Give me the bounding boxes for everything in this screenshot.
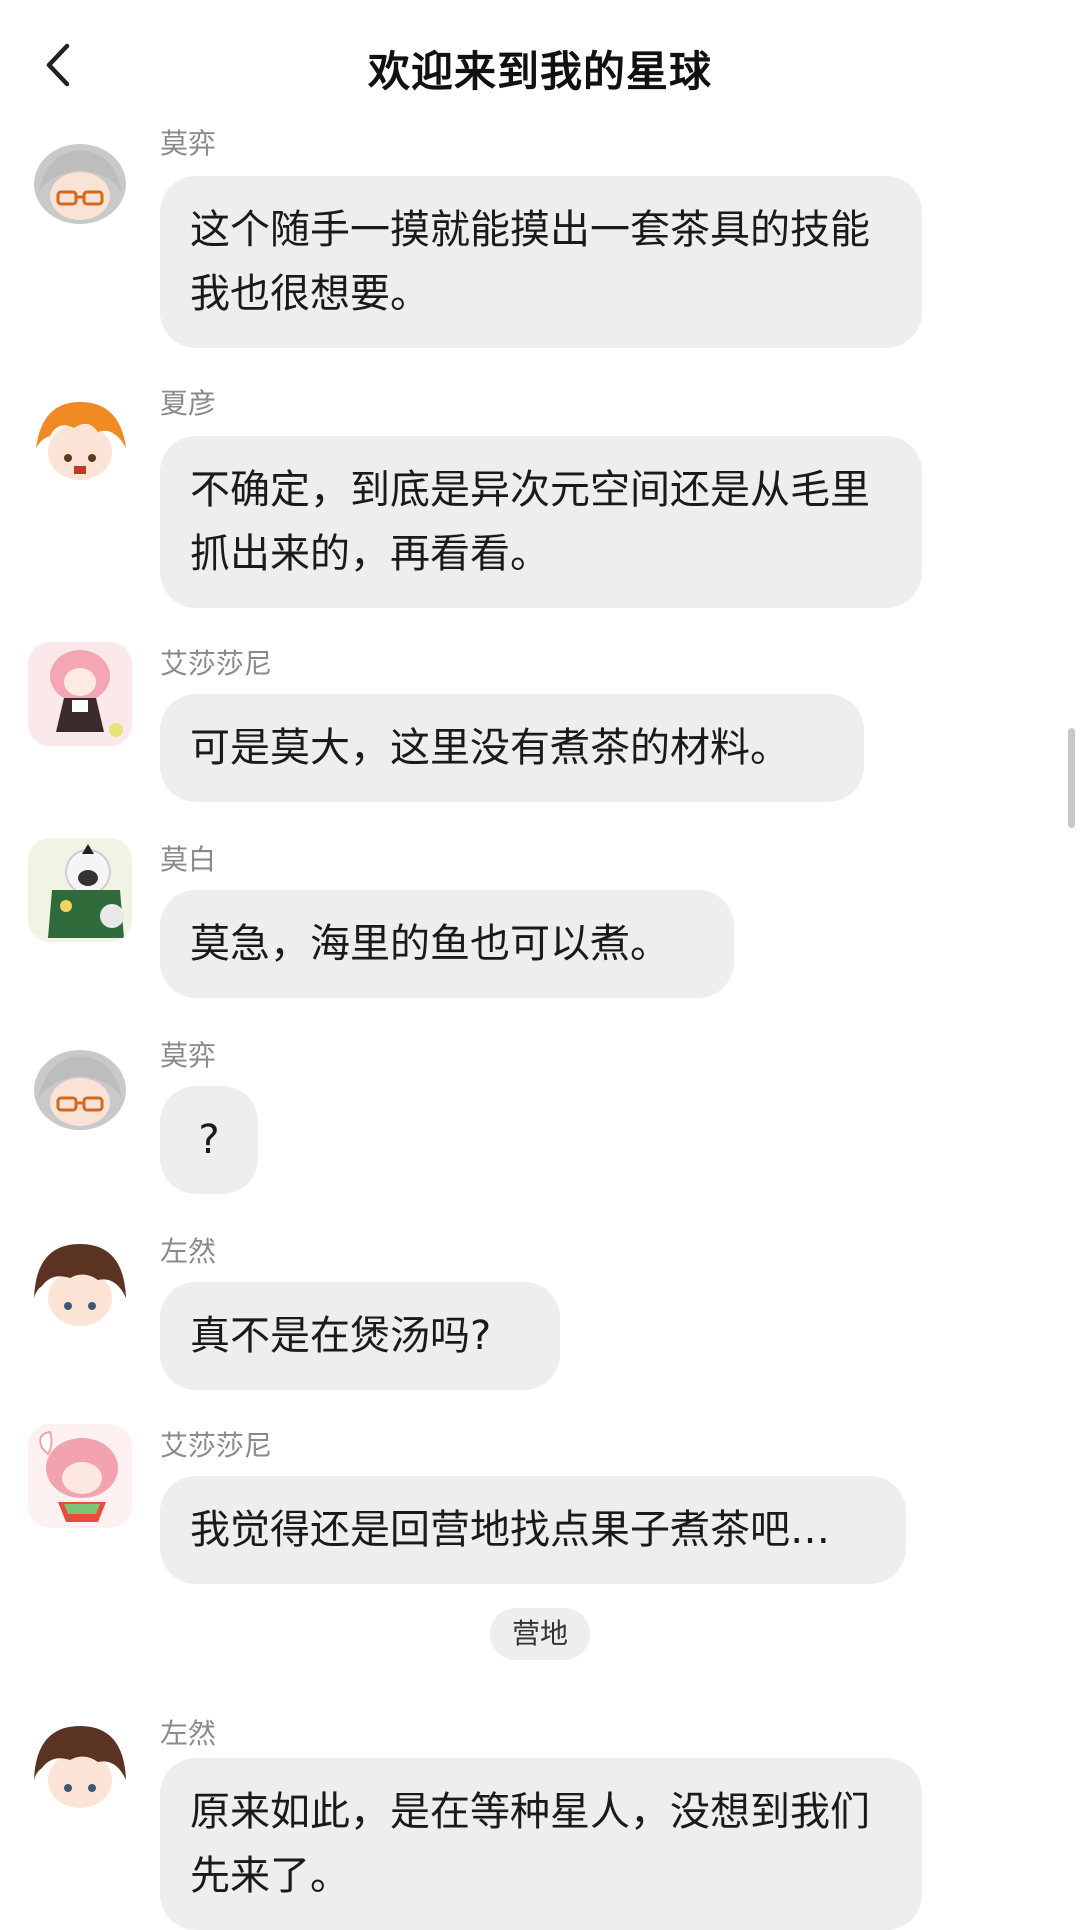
sender-name: 左然 xyxy=(160,1717,217,1750)
sender-name: 夏彦 xyxy=(160,387,217,420)
sender-name: 艾莎莎尼 xyxy=(160,1429,273,1462)
avatar[interactable] xyxy=(28,1040,132,1144)
chat-list: 莫弈 这个随手一摸就能摸出一套茶具的技能我也很想要。 夏彦 不确定，到底是异次元… xyxy=(0,0,1080,1930)
pink-animal-avatar-icon xyxy=(28,1424,132,1528)
sender-name: 莫弈 xyxy=(160,1039,217,1072)
message-bubble[interactable]: 原来如此，是在等种星人，没想到我们先来了。 xyxy=(160,1758,922,1930)
scrollbar[interactable] xyxy=(1068,728,1075,828)
avatar[interactable] xyxy=(28,134,132,238)
message-bubble[interactable]: 莫急，海里的鱼也可以煮。 xyxy=(160,890,734,998)
avatar[interactable] xyxy=(28,642,132,746)
gray-hair-glasses-avatar-icon xyxy=(28,1040,132,1144)
message-bubble[interactable]: 可是莫大，这里没有煮茶的材料。 xyxy=(160,694,864,802)
avatar[interactable] xyxy=(28,1236,132,1340)
message-bubble[interactable]: ? xyxy=(160,1086,258,1194)
avatar[interactable] xyxy=(28,392,132,496)
white-sheep-avatar-icon xyxy=(28,838,132,942)
avatar[interactable] xyxy=(28,1718,132,1822)
avatar[interactable] xyxy=(28,838,132,942)
message-bubble[interactable]: 我觉得还是回营地找点果子煮茶吧… xyxy=(160,1476,906,1584)
sender-name: 莫白 xyxy=(160,843,217,876)
message-bubble[interactable]: 这个随手一摸就能摸出一套茶具的技能我也很想要。 xyxy=(160,176,922,348)
location-divider-pill: 营地 xyxy=(490,1608,590,1660)
sender-name: 艾莎莎尼 xyxy=(160,647,273,680)
brown-hair-avatar-icon xyxy=(28,1236,132,1340)
orange-hair-avatar-icon xyxy=(28,392,132,496)
sender-name: 莫弈 xyxy=(160,127,217,160)
gray-hair-glasses-avatar-icon xyxy=(28,134,132,238)
avatar[interactable] xyxy=(28,1424,132,1528)
message-bubble[interactable]: 真不是在煲汤吗? xyxy=(160,1282,560,1390)
sender-name: 左然 xyxy=(160,1235,217,1268)
brown-hair-avatar-icon xyxy=(28,1718,132,1822)
pink-hair-girl-avatar-icon xyxy=(28,642,132,746)
message-bubble[interactable]: 不确定，到底是异次元空间还是从毛里抓出来的，再看看。 xyxy=(160,436,922,608)
